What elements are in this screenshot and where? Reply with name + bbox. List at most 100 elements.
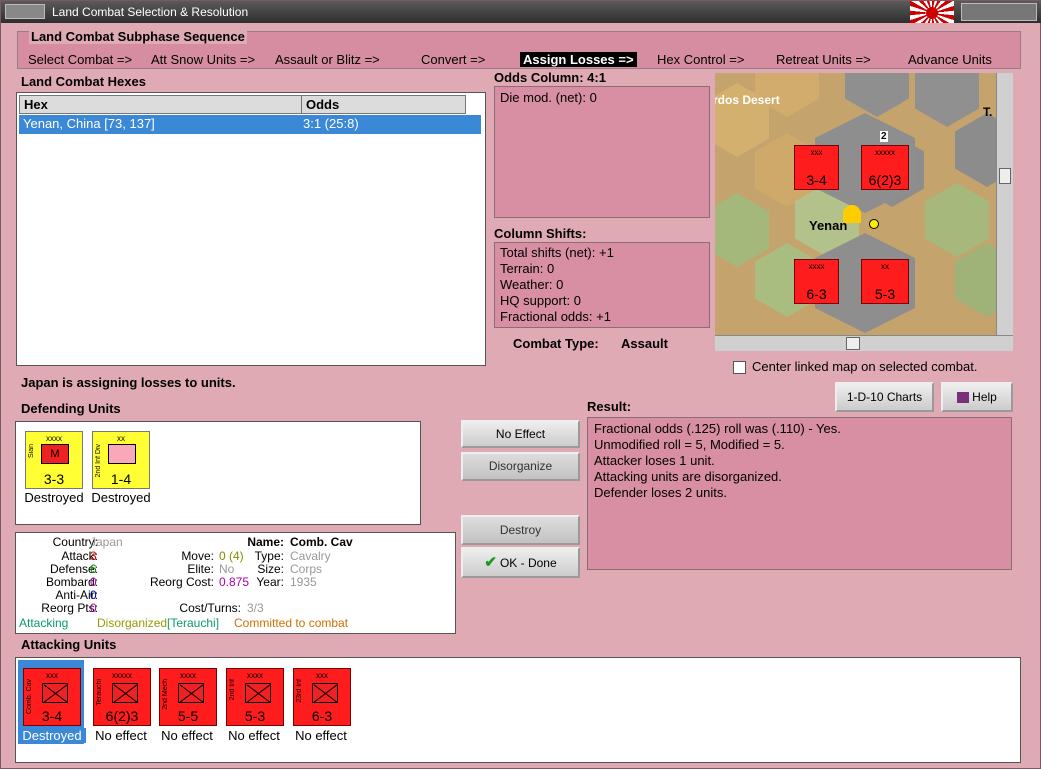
attacking-unit-counter[interactable]: xxxx 2nd Mech 5-5	[159, 668, 217, 726]
shift-hq-support: HQ support: 0	[500, 293, 581, 308]
center-map-label: Center linked map on selected combat.	[752, 359, 978, 374]
country-value: Japan	[90, 535, 123, 549]
window-controls[interactable]	[961, 3, 1037, 21]
map-city-label: Yenan	[809, 218, 848, 233]
result-panel: Fractional odds (.125) roll was (.110) -…	[587, 417, 1012, 570]
reorg-cost-label: Reorg Cost:	[149, 575, 214, 589]
cost-turns-label: Cost/Turns:	[179, 601, 241, 615]
bombard-value: 0	[90, 575, 97, 589]
type-value: Cavalry	[290, 549, 331, 563]
help-label: Help	[972, 390, 997, 404]
step-att-snow-units: Att Snow Units =>	[151, 52, 256, 67]
result-line: Attacking units are disorganized.	[594, 469, 782, 484]
result-line: Attacker loses 1 unit.	[594, 453, 715, 468]
defense-value: 6	[90, 562, 97, 576]
column-header-hex[interactable]: Hex	[19, 95, 302, 114]
attacking-unit-status: No effect	[295, 728, 347, 743]
step-retreat-units: Retreat Units =>	[776, 52, 871, 67]
column-shifts-panel: Total shifts (net): +1 Terrain: 0 Weathe…	[494, 242, 710, 328]
combat-type-label: Combat Type:	[513, 336, 599, 351]
shift-weather: Weather: 0	[500, 277, 564, 292]
defending-unit-counter[interactable]: xx 2nd Inf Div 1-4	[92, 431, 150, 489]
map-counter[interactable]: xxx 3-4	[794, 145, 839, 190]
flag-attacking: Attacking	[19, 616, 69, 630]
step-assault-or-blitz: Assault or Blitz =>	[275, 52, 380, 67]
defending-unit-counter[interactable]: xxxx Sian M 3-3	[25, 431, 83, 489]
land-combat-hexes-label: Land Combat Hexes	[21, 74, 146, 89]
result-line: Defender loses 2 units.	[594, 485, 727, 500]
attacking-unit-counter[interactable]: xxxxx Terauchi 6(2)3	[93, 668, 151, 726]
attacking-unit-status: No effect	[228, 728, 280, 743]
destroy-button[interactable]: Destroy	[461, 515, 580, 545]
disorganize-button[interactable]: Disorganize	[461, 452, 580, 481]
combat-window: Land Combat Selection & Resolution Land …	[0, 0, 1041, 769]
odds-column-label: Odds Column: 4:1	[494, 70, 606, 85]
attacking-unit-counter[interactable]: xxx Comb. Cav 3-4	[23, 668, 81, 726]
die-mod: Die mod. (net): 0	[500, 90, 597, 105]
no-effect-button[interactable]: No Effect	[461, 420, 580, 448]
map-horizontal-scrollbar[interactable]	[715, 335, 1013, 351]
name-label: Name:	[247, 535, 284, 549]
charts-button[interactable]: 1-D-10 Charts	[835, 382, 934, 412]
combat-type-value: Assault	[621, 336, 668, 351]
flag-leader: [Terauchi]	[167, 616, 220, 630]
center-map-checkbox[interactable]	[733, 361, 746, 374]
unit-details-panel: Country: Japan Attack: 3 Defense: 6 Bomb…	[15, 532, 456, 634]
elite-value: No	[219, 562, 235, 576]
attacking-unit-status: No effect	[161, 728, 213, 743]
combat-hex-list[interactable]: Hex Odds Yenan, China [73, 137] 3:1 (25:…	[16, 92, 486, 366]
map-desert-label: rdos Desert	[715, 93, 780, 107]
attacking-unit-counter[interactable]: xxxx 2nd Inf 5-3	[226, 668, 284, 726]
antiair-value: 0	[90, 588, 97, 602]
subphase-sequence-label: Land Combat Subphase Sequence	[29, 29, 247, 44]
defending-units-panel: xxxx Sian M 3-3 Destroyed xx 2nd Inf Div…	[15, 421, 421, 525]
window-menu-icon[interactable]	[5, 4, 45, 19]
map-counter[interactable]: xxxx 6-3	[794, 259, 839, 304]
check-icon: ✔	[484, 554, 497, 571]
attacking-units-label: Attacking Units	[21, 637, 117, 652]
attacking-unit-status: Destroyed	[18, 728, 86, 743]
size-label: Size:	[257, 562, 284, 576]
column-header-odds[interactable]: Odds	[301, 95, 466, 114]
step-assign-losses: Assign Losses =>	[520, 52, 637, 67]
result-label: Result:	[587, 399, 632, 414]
shift-total: Total shifts (net): +1	[500, 245, 614, 260]
map-counter[interactable]: xxxxx 6(2)3	[861, 145, 909, 190]
shift-terrain: Terrain: 0	[500, 261, 555, 276]
ok-done-button[interactable]: ✔ OK - Done	[461, 547, 580, 578]
year-value: 1935	[290, 575, 317, 589]
hex-odds: 3:1 (25:8)	[303, 116, 359, 131]
hex-name: Yenan, China [73, 137]	[23, 116, 155, 131]
help-button[interactable]: Help	[941, 382, 1013, 412]
map-vertical-scrollbar[interactable]	[996, 73, 1013, 335]
column-shifts-label: Column Shifts:	[494, 226, 587, 241]
result-line: Fractional odds (.125) roll was (.110) -…	[594, 421, 841, 436]
step-advance-units: Advance Units	[908, 52, 992, 67]
title-bar[interactable]: Land Combat Selection & Resolution	[1, 1, 1041, 23]
shift-fractional-odds: Fractional odds: +1	[500, 309, 611, 324]
attacking-units-panel: xxx Comb. Cav 3-4 Destroyed xxxxx Terauchi 6…	[15, 657, 1021, 763]
name-value: Comb. Cav	[290, 535, 353, 549]
hex-row-selected[interactable]: Yenan, China [73, 137] 3:1 (25:8)	[19, 115, 481, 134]
step-select-combat: Select Combat =>	[28, 52, 133, 67]
map-stack-count: 2	[880, 131, 888, 142]
attack-value: 3	[90, 549, 97, 563]
help-book-icon	[957, 392, 970, 404]
subphase-sequence: Land Combat Subphase Sequence Select Com…	[17, 29, 1021, 69]
result-line: Unmodified roll = 5, Modified = 5.	[594, 437, 785, 452]
size-value: Corps	[290, 562, 323, 576]
reorg-pts-value: 0	[90, 601, 97, 615]
move-value: 0 (4)	[219, 549, 244, 563]
map-counter[interactable]: xx 5-3	[861, 259, 909, 304]
status-message: Japan is assigning losses to units.	[21, 375, 236, 390]
city-dot-icon	[869, 219, 879, 229]
attacking-unit-counter[interactable]: xxx 23rd Inf 6-3	[293, 668, 351, 726]
defending-unit-status: Destroyed	[91, 490, 151, 505]
move-label: Move:	[181, 549, 214, 563]
window-title: Land Combat Selection & Resolution	[52, 5, 249, 19]
flag-disorganized: Disorganized	[97, 616, 168, 630]
type-label: Type:	[254, 549, 284, 563]
linked-map[interactable]: rdos Desert T. xxx 3-4 xxxxx 6(2)3 2 Yenan…	[715, 73, 1013, 351]
flag-committed: Committed to combat	[234, 616, 349, 630]
ok-done-label: OK - Done	[499, 556, 557, 570]
